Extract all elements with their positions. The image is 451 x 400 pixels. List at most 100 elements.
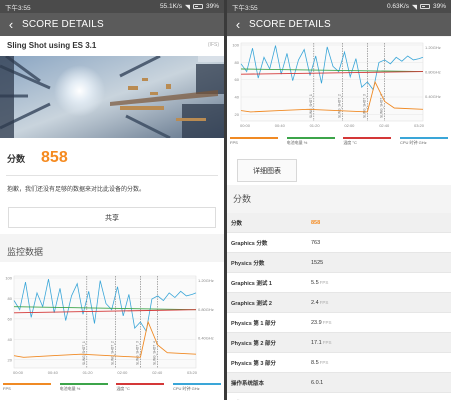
row-unit: FPS [319,279,329,285]
row-value: 23.9FPS [311,319,332,326]
y2-tick-label: 0.80GHz [198,307,214,312]
back-arrow-icon[interactable]: ‹ [4,15,18,35]
table-row: Graphics 测试 1 5.5FPS [227,273,451,293]
x-tick-label: 02:00 [117,370,128,375]
legend-label: 电池电量 % [59,386,81,391]
legend-label: 温度 °C [116,386,130,391]
row-value: 763 [311,239,321,246]
y2-tick-label: 0.40GHz [425,94,441,99]
y2-tick-label: 0.80GHz [425,69,441,74]
legend-item: CPU 时钟 GHz [172,383,221,392]
wifi-icon: ◥ [184,3,190,11]
phase-label: SLING_SHOT_3 [135,341,139,365]
wifi-icon: ◥ [411,3,417,11]
x-tick-label: 00:00 [13,370,24,375]
benchmark-title: Sling Shot using ES 3.1 [7,41,97,50]
legend-item: CPU 时钟 GHz [399,137,448,146]
row-value: 17.1FPS [311,339,332,346]
result-card: Sling Shot using ES 3.1 (IFS) 分数 858 抱歉，… [0,36,224,234]
legend-label: FPS [230,140,238,145]
row-value: 858 [311,219,321,226]
battery-icon [419,4,430,9]
divider [6,175,218,176]
legend-item: FPS [3,383,51,392]
comparison-note: 抱歉，我们还没有足够的数据来对比此设备的分数。 [7,187,146,193]
table-row: Physics 第 1 部分 23.9FPS [227,313,451,333]
table-row: Physics 第 3 部分 8.5FPS [227,353,451,373]
back-arrow-icon[interactable]: ‹ [231,15,245,35]
y-tick-label: 60 [8,316,13,321]
score-table: 分数 858 Graphics 分数 763 Physics 分数 1525 Graphic… [227,213,451,400]
chart-legend: FPS 电池电量 % 温度 °C CPU 时钟 GHz [227,137,451,146]
legend-label: CPU 时钟 GHz [172,386,200,391]
chart-legend: FPS 电池电量 % 温度 °C CPU 时钟 GHz [0,383,224,392]
share-button[interactable]: 共享 [8,207,216,228]
legend-swatch [399,137,448,139]
table-row: Physics 分数 1525 [227,253,451,273]
plot-area [13,275,197,369]
right-screen: 下午3:55 0.63K/s ◥ 39% ‹ SCORE DETAILS 100… [227,0,451,400]
battery-level: 39% [432,3,446,10]
row-unit: FPS [319,299,329,305]
x-tick-label: 03:20 [414,123,425,128]
legend-swatch [343,137,392,139]
y2-tick-label: 1.20GHz [425,45,441,50]
legend-item: 温度 °C [343,137,392,146]
y2-tick-label: 1.20GHz [198,278,214,283]
y-tick-label: 100 [232,43,239,48]
row-label: Graphics 分数 [231,240,268,247]
app-bar: ‹ SCORE DETAILS [0,13,224,36]
row-label: Physics 第 1 部分 [231,320,276,327]
legend-label: FPS [3,386,11,391]
legend-item: 电池电量 % [286,137,335,146]
row-value: 5.5FPS [311,279,329,286]
benchmark-version: (IFS) [207,42,219,48]
legend-item: 电池电量 % [59,383,108,392]
y-tick-label: 60 [235,77,240,82]
y-tick-label: 80 [8,296,13,301]
row-label: Graphics 测试 2 [231,300,272,307]
row-label: Physics 第 3 部分 [231,360,276,367]
legend-swatch [3,383,51,385]
legend-swatch [286,137,335,139]
battery-level: 39% [205,3,219,10]
phase-label: SLING_SHOT_1 [309,94,313,118]
legend-label: 电池电量 % [286,140,308,145]
y-tick-label: 80 [235,60,240,65]
row-unit: FPS [319,359,329,365]
y-tick-label: 40 [235,95,240,100]
table-row: 操作系统版本 6.0.1 [227,373,451,393]
y-tick-label: 20 [8,357,13,362]
x-tick-label: 00:40 [48,370,59,375]
row-unit: FPS [322,319,332,325]
monitoring-title: 监控数据 [7,247,44,257]
row-value: 6.0.1 [311,379,324,386]
x-tick-label: 02:00 [344,123,355,128]
legend-label: 温度 °C [343,140,357,145]
detailed-chart-button[interactable]: 详细图表 [237,159,297,182]
battery-icon [192,4,203,9]
row-label: Graphics 测试 1 [231,280,272,287]
status-bar: 下午3:55 0.63K/s ◥ 39% [227,0,451,13]
phase-label: SLING_SHOT_2 [111,341,115,365]
legend-swatch [230,137,278,139]
x-tick-label: 00:40 [275,123,286,128]
row-value: 8.5FPS [311,359,329,366]
monitoring-chart: 100 80 60 40 20 1.20GHz 0.80GHz 0.40GHz 00:00 00:… [0,262,224,400]
status-time: 下午3:55 [232,4,258,12]
row-unit: FPS [322,339,332,345]
legend-item: 温度 °C [116,383,165,392]
y-tick-label: 40 [8,337,13,342]
x-tick-label: 01:20 [83,370,94,375]
x-tick-label: 03:20 [187,370,198,375]
benchmark-banner-image [0,56,224,138]
table-row: Graphics 测试 2 2.4FPS [227,293,451,313]
row-label: 操作系统版本 [231,380,265,387]
legend-swatch [172,383,221,385]
score-value: 858 [41,149,68,166]
score-section-title: 分数 [233,194,252,204]
network-speed: 55.1K/s [159,3,182,10]
monitoring-chart-svg: 100 80 60 40 20 1.20GHz 0.80GHz 0.40GHz 00:00 00:… [232,43,441,129]
status-time: 下午3:55 [5,4,31,12]
row-label: Physics 分数 [231,260,265,267]
